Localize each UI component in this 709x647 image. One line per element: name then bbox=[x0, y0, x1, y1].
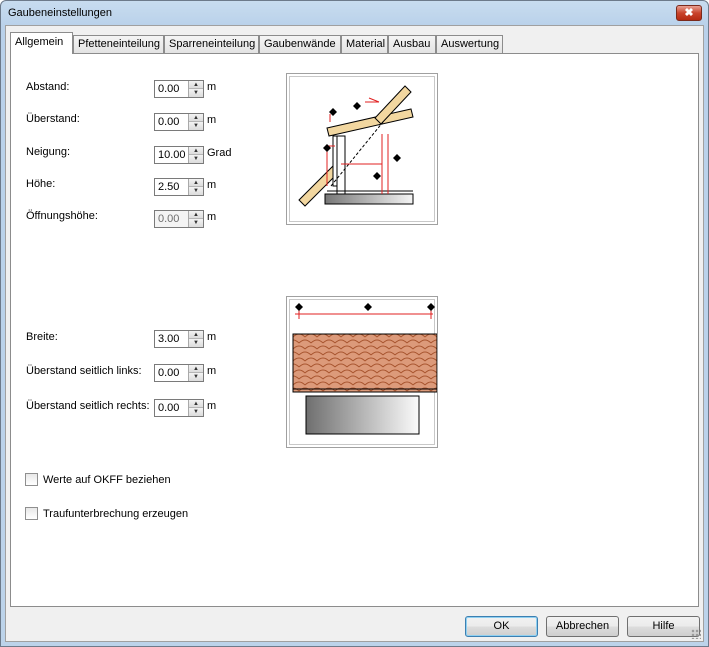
breite-unit: m bbox=[207, 331, 217, 343]
tab-ausbau[interactable]: Ausbau bbox=[388, 35, 436, 53]
gaube-front-diagram bbox=[286, 296, 438, 448]
oeffnungshoehe-unit: m bbox=[207, 211, 217, 223]
ueberstand-unit: m bbox=[207, 114, 217, 126]
traufe-checkbox-label[interactable]: Traufunterbrechung erzeugen bbox=[43, 508, 188, 520]
spin-up-icon[interactable]: ▲ bbox=[189, 331, 203, 339]
help-button[interactable]: Hilfe bbox=[627, 616, 700, 637]
spin-up-icon: ▲ bbox=[189, 211, 203, 219]
ueberstand-rechts-spinbox[interactable]: 0.00 ▲ ▼ bbox=[154, 399, 204, 417]
gaube-section-diagram bbox=[286, 73, 438, 225]
abstand-value[interactable]: 0.00 bbox=[158, 83, 179, 95]
ueberstand-links-value[interactable]: 0.00 bbox=[158, 367, 179, 379]
dialog-window: Gaubeneinstellungen ✖ Allgemein Pfettene… bbox=[0, 0, 709, 647]
ueberstand-spinbox[interactable]: 0.00 ▲ ▼ bbox=[154, 113, 204, 131]
title-bar[interactable]: Gaubeneinstellungen ✖ bbox=[1, 1, 708, 25]
neigung-value[interactable]: 10.00 bbox=[158, 149, 186, 161]
spin-up-icon[interactable]: ▲ bbox=[189, 365, 203, 373]
tab-pfetteneinteilung[interactable]: Pfetteneinteilung bbox=[73, 35, 164, 53]
ueberstand-links-label: Überstand seitlich links: bbox=[26, 365, 142, 377]
neigung-unit: Grad bbox=[207, 147, 232, 159]
spin-down-icon[interactable]: ▼ bbox=[189, 89, 203, 97]
tab-auswertung[interactable]: Auswertung bbox=[436, 35, 503, 53]
close-button[interactable]: ✖ bbox=[676, 5, 702, 21]
neigung-spinbox[interactable]: 10.00 ▲ ▼ bbox=[154, 146, 204, 164]
spin-up-icon[interactable]: ▲ bbox=[189, 400, 203, 408]
oeffnungshoehe-spinbox: 0.00 ▲ ▼ bbox=[154, 210, 204, 228]
abstand-label: Abstand: bbox=[26, 81, 70, 93]
tab-panel-allgemein: Abstand: 0.00 ▲ ▼ m Überstand: 0.00 ▲ ▼ m … bbox=[10, 53, 699, 607]
spin-up-icon[interactable]: ▲ bbox=[189, 179, 203, 187]
okff-checkbox[interactable] bbox=[25, 473, 38, 486]
abstand-spinbox[interactable]: 0.00 ▲ ▼ bbox=[154, 80, 204, 98]
tab-material[interactable]: Material bbox=[341, 35, 388, 53]
tab-allgemein[interactable]: Allgemein bbox=[10, 32, 73, 54]
spin-up-icon[interactable]: ▲ bbox=[189, 114, 203, 122]
ueberstand-label: Überstand: bbox=[26, 113, 80, 125]
section-drawing bbox=[298, 85, 414, 207]
oeffnungshoehe-value: 0.00 bbox=[158, 213, 180, 225]
ueberstand-rechts-unit: m bbox=[207, 400, 217, 412]
resize-grip-icon[interactable] bbox=[691, 629, 701, 639]
spin-down-icon: ▼ bbox=[189, 219, 203, 227]
tab-gaubenwaende[interactable]: Gaubenwände bbox=[259, 35, 341, 53]
hoehe-spinbox[interactable]: 2.50 ▲ ▼ bbox=[154, 178, 204, 196]
ok-button[interactable]: OK bbox=[465, 616, 538, 637]
spin-down-icon[interactable]: ▼ bbox=[189, 187, 203, 195]
okff-checkbox-label[interactable]: Werte auf OKFF beziehen bbox=[43, 474, 171, 486]
hoehe-value[interactable]: 2.50 bbox=[158, 181, 179, 193]
abstand-unit: m bbox=[207, 81, 217, 93]
cancel-button[interactable]: Abbrechen bbox=[546, 616, 619, 637]
spin-down-icon[interactable]: ▼ bbox=[189, 339, 203, 347]
breite-value[interactable]: 3.00 bbox=[158, 333, 179, 345]
spin-up-icon[interactable]: ▲ bbox=[189, 147, 203, 155]
ueberstand-rechts-value[interactable]: 0.00 bbox=[158, 402, 179, 414]
window-title: Gaubeneinstellungen bbox=[8, 7, 112, 19]
breite-spinbox[interactable]: 3.00 ▲ ▼ bbox=[154, 330, 204, 348]
dialog-client-area: Allgemein Pfetteneinteilung Sparreneinte… bbox=[5, 25, 704, 642]
traufe-checkbox[interactable] bbox=[25, 507, 38, 520]
oeffnungshoehe-label: Öffnungshöhe: bbox=[26, 210, 98, 222]
hoehe-label: Höhe: bbox=[26, 178, 56, 190]
front-drawing bbox=[292, 303, 438, 435]
ueberstand-rechts-label: Überstand seitlich rechts: bbox=[26, 400, 150, 412]
spin-up-icon[interactable]: ▲ bbox=[189, 81, 203, 89]
spin-down-icon[interactable]: ▼ bbox=[189, 122, 203, 130]
breite-label: Breite: bbox=[26, 331, 58, 343]
neigung-label: Neigung: bbox=[26, 146, 71, 158]
spin-down-icon[interactable]: ▼ bbox=[189, 155, 203, 163]
tab-sparreneinteilung[interactable]: Sparreneinteilung bbox=[164, 35, 259, 53]
spin-down-icon[interactable]: ▼ bbox=[189, 408, 203, 416]
ueberstand-links-spinbox[interactable]: 0.00 ▲ ▼ bbox=[154, 364, 204, 382]
ueberstand-value[interactable]: 0.00 bbox=[158, 116, 179, 128]
spin-down-icon[interactable]: ▼ bbox=[189, 373, 203, 381]
ueberstand-links-unit: m bbox=[207, 365, 217, 377]
hoehe-unit: m bbox=[207, 179, 217, 191]
